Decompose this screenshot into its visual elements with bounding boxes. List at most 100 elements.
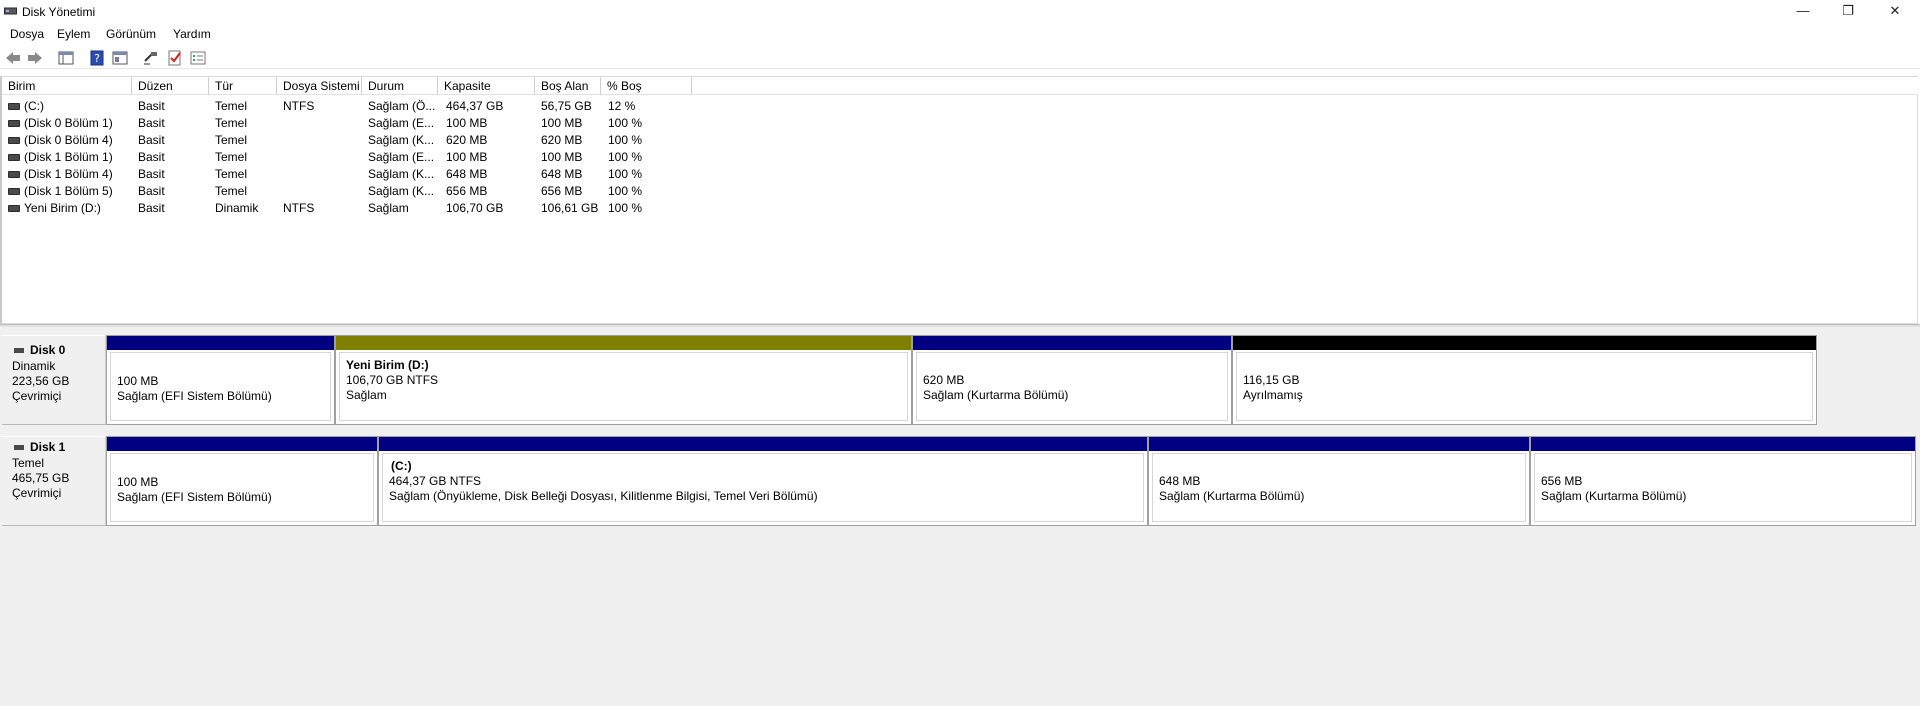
disk-1-name: Disk 1 — [30, 440, 66, 454]
forward-arrow-icon[interactable] — [26, 49, 44, 67]
disk-1-partitions: 100 MB Sağlam (EFI Sistem Bölümü) (C:) 4… — [106, 436, 1916, 526]
partition-status: Sağlam (Önyükleme, Disk Belleği Dosyası,… — [389, 489, 818, 503]
table-cell: 100 % — [608, 133, 643, 147]
title-bar: Disk Yönetimi — ❐ ✕ — [0, 0, 1920, 24]
help-icon[interactable]: ? — [88, 49, 106, 67]
volume-icon — [8, 171, 20, 178]
table-cell: 648 MB — [541, 167, 583, 181]
partition-status: Sağlam (EFI Sistem Bölümü) — [117, 389, 272, 403]
table-cell: 656 MB — [446, 184, 488, 198]
table-row[interactable]: (Disk 1 Bölüm 4) Basit Temel Sağlam (K... 64… — [2, 166, 1918, 183]
table-cell: Sağlam — [368, 201, 409, 215]
table-cell — [283, 149, 363, 166]
partition-status: Sağlam (Kurtarma Bölümü) — [1159, 489, 1305, 503]
column-header-tur[interactable]: Tür — [209, 77, 277, 95]
check-icon[interactable] — [166, 49, 184, 67]
table-cell: Sağlam (K... — [368, 133, 435, 147]
menu-yardim[interactable]: Yardım — [173, 27, 211, 41]
table-cell: 100 MB — [541, 116, 583, 130]
table-cell: Basit — [138, 116, 165, 130]
table-cell: Temel — [215, 167, 248, 181]
column-header-kapasite[interactable]: Kapasite — [438, 77, 535, 95]
partition-size: 100 MB — [117, 374, 159, 388]
table-cell: 100 MB — [446, 116, 488, 130]
partition-title: (C:) — [391, 459, 412, 473]
table-cell: (Disk 0 Bölüm 4) — [24, 133, 113, 147]
table-cell: 100 % — [608, 201, 643, 215]
disk-1-partition-recovery-4[interactable]: 648 MB Sağlam (Kurtarma Bölümü) — [1148, 436, 1530, 526]
table-cell — [283, 115, 363, 132]
disk-1-size: 465,75 GB — [12, 471, 70, 485]
menu-gorunum[interactable]: Görünüm — [106, 27, 156, 41]
table-cell: 100 MB — [541, 150, 583, 164]
restore-button[interactable]: ❐ — [1825, 0, 1871, 22]
table-cell: Temel — [215, 150, 248, 164]
disk-management-app-icon — [4, 7, 17, 15]
column-header-duzen[interactable]: Düzen — [132, 77, 209, 95]
partition-status: Ayrılmamış — [1243, 388, 1303, 402]
disk-0-partition-efi[interactable]: 100 MB Sağlam (EFI Sistem Bölümü) — [106, 335, 335, 425]
table-row[interactable]: (Disk 1 Bölüm 1) Basit Temel Sağlam (E... 10… — [2, 149, 1918, 166]
menu-dosya[interactable]: Dosya — [10, 27, 44, 41]
table-cell: 100 % — [608, 116, 643, 130]
disk-1-partition-recovery-5[interactable]: 656 MB Sağlam (Kurtarma Bölümü) — [1530, 436, 1916, 526]
table-cell: Temel — [215, 99, 248, 113]
table-cell: NTFS — [283, 99, 315, 113]
volume-icon — [8, 188, 20, 195]
table-cell: 100 MB — [446, 150, 488, 164]
disk-0-partitions: 100 MB Sağlam (EFI Sistem Bölümü) Yeni B… — [106, 335, 1817, 425]
properties-icon[interactable] — [111, 49, 129, 67]
partition-color-bar — [1531, 437, 1915, 451]
disk-1-partition-efi[interactable]: 100 MB Sağlam (EFI Sistem Bölümü) — [106, 436, 378, 526]
table-cell: 100 % — [608, 167, 643, 181]
disk-1-partition-c[interactable]: (C:) 464,37 GB NTFS Sağlam (Önyükleme, D… — [378, 436, 1148, 526]
close-button[interactable]: ✕ — [1872, 0, 1918, 22]
partition-size: 656 MB — [1541, 474, 1583, 488]
disk-0-label[interactable]: Disk 0 Dinamik 223,56 GB Çevrimiçi — [2, 335, 106, 425]
disk-0-partition-unallocated[interactable]: 116,15 GB Ayrılmamış — [1232, 335, 1817, 425]
disk-0-size: 223,56 GB — [12, 374, 70, 388]
partition-status: Sağlam (EFI Sistem Bölümü) — [117, 490, 272, 504]
partition-color-bar — [913, 336, 1231, 350]
table-cell: 620 MB — [541, 133, 583, 147]
menu-eylem[interactable]: Eylem — [57, 27, 90, 41]
window-title: Disk Yönetimi — [22, 5, 96, 19]
table-row[interactable]: (Disk 1 Bölüm 5) Basit Temel Sağlam (K... 65… — [2, 183, 1918, 200]
disk-0-partition-recovery[interactable]: 620 MB Sağlam (Kurtarma Bölümü) — [912, 335, 1232, 425]
partition-size: 100 MB — [117, 475, 159, 489]
table-row[interactable]: Yeni Birim (D:) Basit Dinamik NTFS Sağlam 106… — [2, 200, 1918, 217]
table-cell — [283, 166, 363, 183]
column-header-yuzde-bos[interactable]: % Boş — [601, 77, 692, 95]
table-cell: Sağlam (K... — [368, 184, 435, 198]
partition-color-bar — [336, 336, 911, 350]
table-row[interactable]: (Disk 0 Bölüm 4) Basit Temel Sağlam (K... 62… — [2, 132, 1918, 149]
table-row[interactable]: (C:) Basit Temel NTFS Sağlam (Ö... 464,37 GB 5… — [2, 98, 1918, 115]
disk-graphical-view: Disk 0 Dinamik 223,56 GB Çevrimiçi 100 M… — [0, 327, 1920, 706]
partition-color-bar — [1149, 437, 1529, 451]
column-header-bos-alan[interactable]: Boş Alan — [535, 77, 601, 95]
connect-icon[interactable] — [142, 49, 160, 67]
disk-0-type: Dinamik — [12, 359, 56, 373]
partition-color-bar — [107, 336, 334, 350]
column-header-dosya-sistemi[interactable]: Dosya Sistemi — [277, 77, 362, 95]
back-arrow-icon[interactable] — [4, 49, 22, 67]
volume-list-header: Birim Düzen Tür Dosya Sistemi Durum Kapa… — [2, 77, 1918, 95]
disk-1-status: Çevrimiçi — [12, 486, 62, 500]
table-row[interactable]: (Disk 0 Bölüm 1) Basit Temel Sağlam (E... 10… — [2, 115, 1918, 132]
minimize-button[interactable]: — — [1780, 0, 1826, 22]
menu-bar: Dosya Eylem Görünüm Yardım — [0, 24, 1920, 44]
column-header-durum[interactable]: Durum — [362, 77, 438, 95]
list-view-icon[interactable] — [189, 49, 207, 67]
partition-color-bar — [107, 437, 377, 451]
console-tree-icon[interactable] — [57, 49, 75, 67]
table-cell: Basit — [138, 167, 165, 181]
table-cell: 464,37 GB — [446, 99, 504, 113]
volume-icon — [8, 137, 20, 144]
disk-0-partition-yeni-birim[interactable]: Yeni Birim (D:) 106,70 GB NTFS Sağlam — [335, 335, 912, 425]
disk-1-label[interactable]: Disk 1 Temel 465,75 GB Çevrimiçi — [2, 436, 106, 526]
partition-color-bar — [1233, 336, 1816, 350]
disk-0-row: Disk 0 Dinamik 223,56 GB Çevrimiçi 100 M… — [0, 335, 1920, 425]
partition-size: 106,70 GB NTFS — [346, 373, 439, 387]
table-cell: Temel — [215, 133, 248, 147]
column-header-birim[interactable]: Birim — [2, 77, 132, 95]
